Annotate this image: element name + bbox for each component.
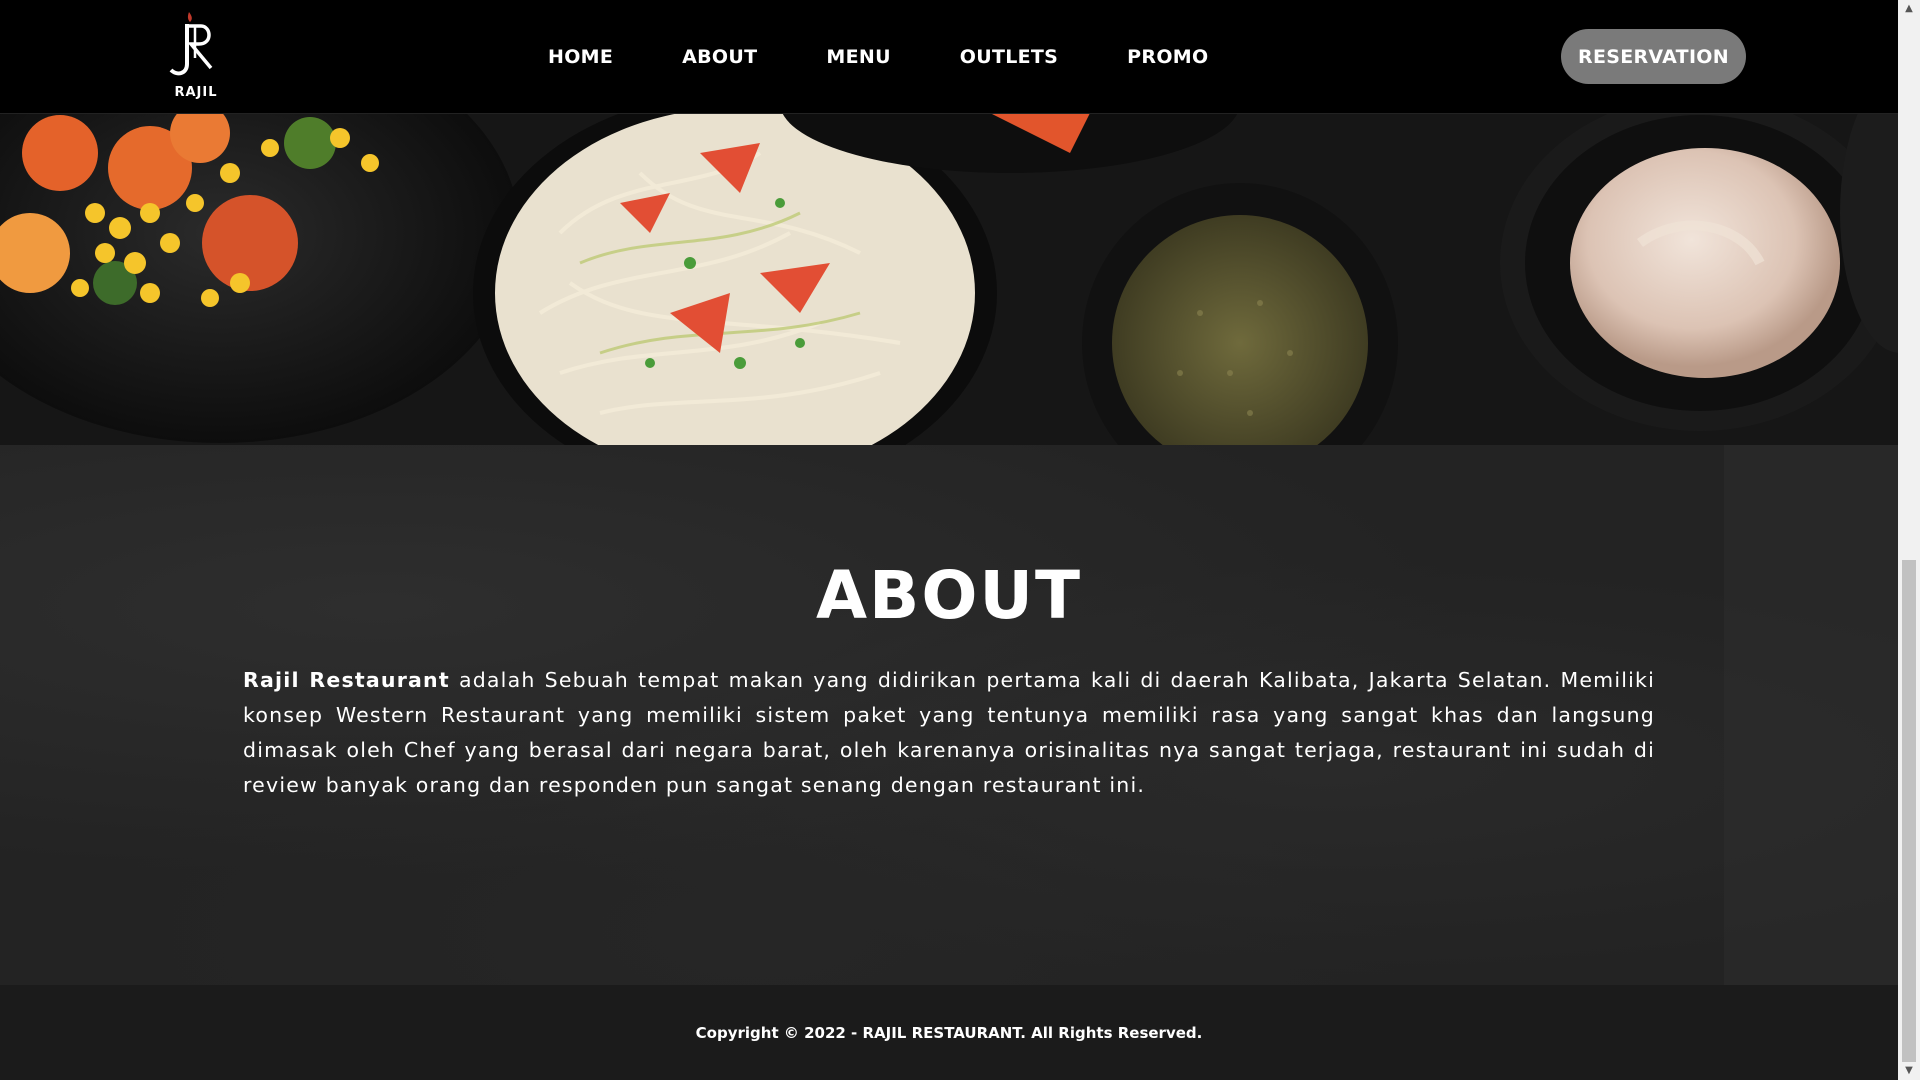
rajil-logo-icon	[169, 12, 213, 76]
chevron-down-icon[interactable]: ▼	[1898, 1062, 1920, 1080]
scroll-thumb[interactable]	[1902, 560, 1916, 1062]
page: RAJIL HOME ABOUT MENU OUTLETS PROMO RESE…	[0, 0, 1898, 1080]
food-illustration	[0, 113, 1898, 445]
nav-about[interactable]: ABOUT	[682, 46, 757, 68]
chevron-up-icon[interactable]: ▲	[1898, 0, 1920, 18]
about-side-panel	[1724, 445, 1898, 985]
nav-promo[interactable]: PROMO	[1127, 46, 1208, 68]
about-section: ABOUT Rajil Restaurant adalah Sebuah tem…	[0, 445, 1898, 985]
nav-outlets[interactable]: OUTLETS	[960, 46, 1058, 68]
logo-text: RAJIL	[174, 85, 218, 100]
about-title: ABOUT	[815, 557, 1083, 634]
main-nav: HOME ABOUT MENU OUTLETS PROMO	[548, 0, 1208, 113]
about-description: Rajil Restaurant adalah Sebuah tempat ma…	[243, 663, 1655, 803]
about-body-text: adalah Sebuah tempat makan yang didirika…	[243, 668, 1655, 797]
nav-menu[interactable]: MENU	[826, 46, 890, 68]
about-brand-name: Rajil Restaurant	[243, 668, 450, 692]
site-header: RAJIL HOME ABOUT MENU OUTLETS PROMO RESE…	[0, 0, 1898, 114]
site-footer: Copyright © 2022 - RAJIL RESTAURANT. All…	[0, 985, 1898, 1080]
hero-food-image	[0, 113, 1898, 445]
page-scrollbar[interactable]: ▲ ▼	[1898, 0, 1920, 1080]
copyright-text: Copyright © 2022 - RAJIL RESTAURANT. All…	[695, 1023, 1203, 1042]
reservation-button[interactable]: RESERVATION	[1561, 29, 1746, 84]
logo[interactable]: RAJIL	[165, 10, 227, 100]
nav-home[interactable]: HOME	[548, 46, 613, 68]
